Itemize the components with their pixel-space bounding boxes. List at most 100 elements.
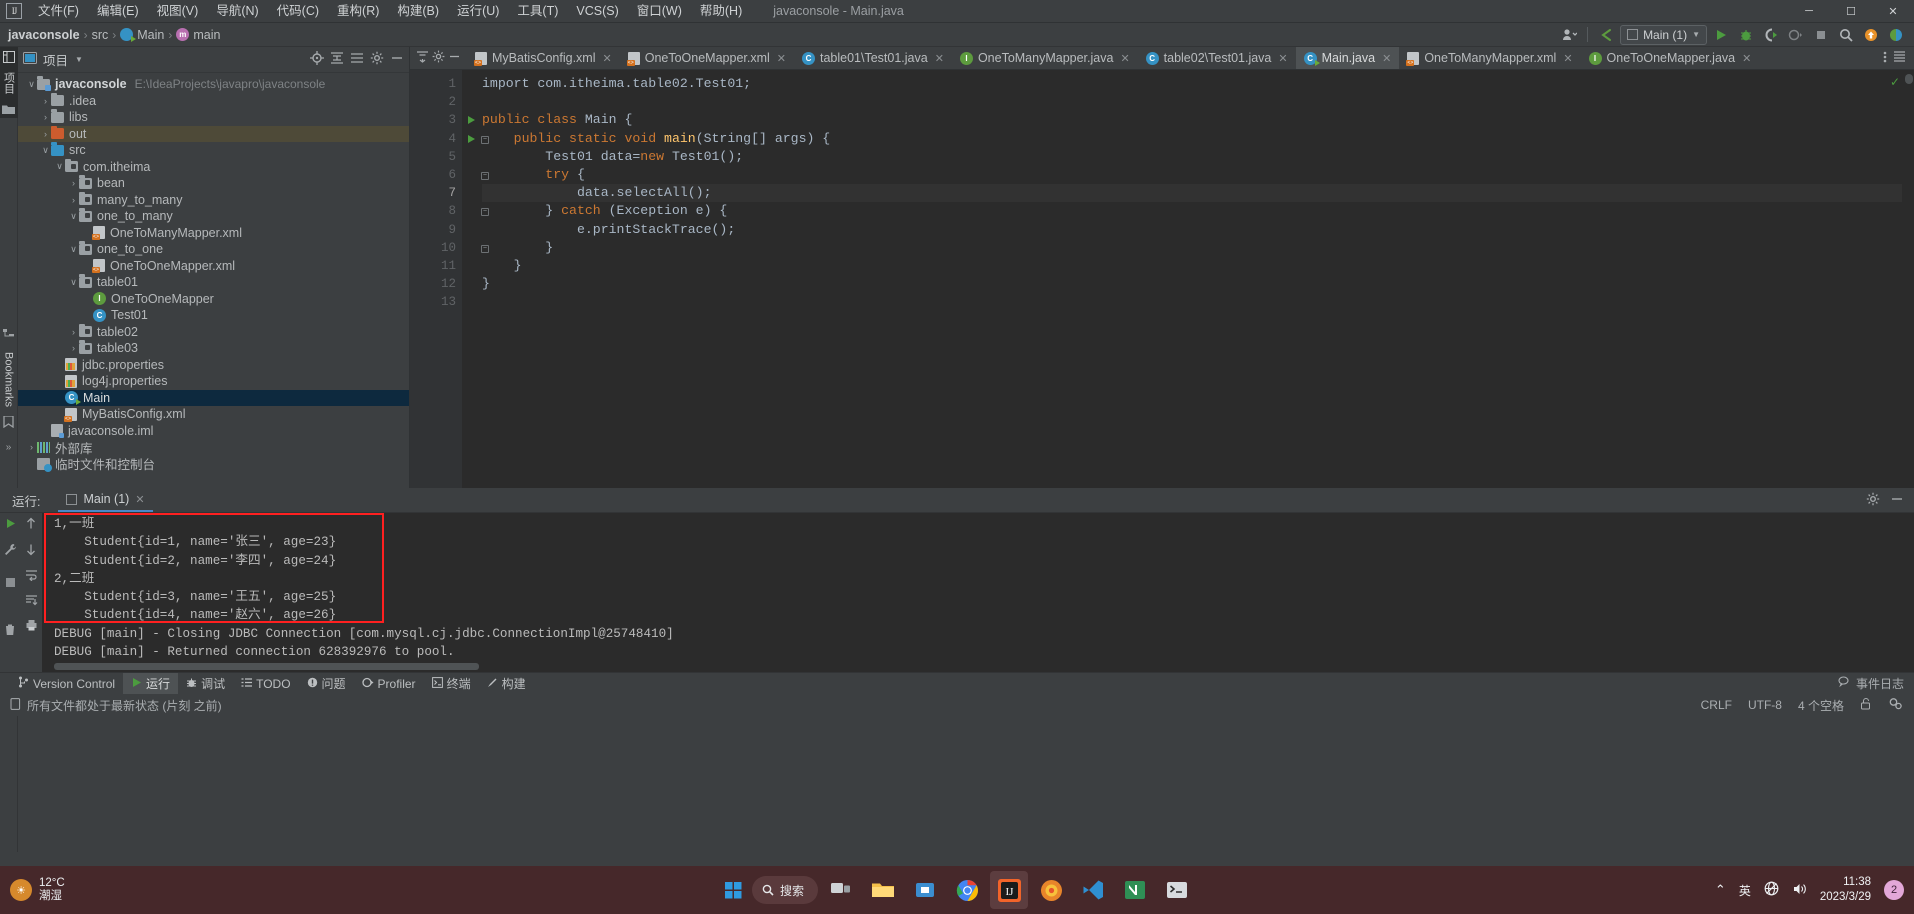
code-editor[interactable]: 1 2 3 4−5 6−7 8−9 10−11 12 13 import com.itheima… [410,70,1914,488]
tool-button-run[interactable]: 运行 [123,673,179,694]
chevron-down-icon[interactable]: ∨ [68,211,79,222]
editor-gutter[interactable]: 1 2 3 4−5 6−7 8−9 10−11 12 13 [410,70,489,488]
close-icon[interactable]: ✕ [1382,52,1391,65]
menu-help[interactable]: 帮助(H) [691,1,751,22]
weather-widget[interactable]: ☀ 12°C 潮湿 [0,877,65,903]
chevron-right-icon[interactable]: › [26,442,37,452]
tree-node-main[interactable]: C Main [18,389,409,406]
code-line-4[interactable]: public static void main(String[] args) { [482,130,1914,148]
run-with-coverage-icon[interactable] [1760,25,1782,45]
code-line-11[interactable]: } [482,257,1914,275]
menu-view[interactable]: 视图(V) [148,1,208,22]
trash-icon[interactable] [4,623,16,639]
code-line-7[interactable]: data.selectAll(); [482,184,1914,203]
tool-button-version-control[interactable]: Version Control [10,673,123,694]
chevron-right-icon[interactable]: › [68,195,79,205]
maximize-button[interactable]: ☐ [1830,0,1872,23]
close-button[interactable]: ✕ [1872,0,1914,23]
editor-tab-table02-test01-java[interactable]: Ctable02\Test01.java ✕ [1138,47,1296,69]
chevron-down-icon[interactable]: ∨ [68,277,79,288]
tree-node-many-to-many[interactable]: › many_to_many [18,191,409,209]
chevron-right-icon[interactable]: › [40,129,51,139]
tree-node-out[interactable]: › out [18,125,409,142]
tool-button-debug[interactable]: 调试 [178,673,233,694]
windows-start-button[interactable] [718,875,748,905]
chevron-down-icon[interactable]: ∨ [40,145,51,156]
chevron-right-icon[interactable]: › [68,343,79,353]
close-icon[interactable]: ✕ [1563,52,1572,65]
expand-strip-icon[interactable]: » [6,442,12,453]
taskbar-app-navicat[interactable] [1116,871,1154,909]
menu-refactor[interactable]: 重构(R) [328,1,388,22]
editor-tab-onetomanymapper-xml[interactable]: OneToManyMapper.xml ✕ [1399,47,1580,69]
gutter-line-4[interactable]: 4− [410,130,489,148]
gutter-line-8[interactable]: 8− [410,202,489,220]
tool-button-terminal[interactable]: 终端 [424,673,479,694]
chevron-right-icon[interactable]: › [68,178,79,188]
search-icon[interactable] [1835,25,1857,45]
close-icon[interactable]: ✕ [777,52,786,65]
tree-node-mybatisconfig-xml[interactable]: MyBatisConfig.xml [18,406,409,423]
tree-node-bean[interactable]: › bean [18,175,409,192]
line-separator-widget[interactable]: CRLF [1701,698,1732,712]
locate-icon[interactable] [310,51,324,68]
tree-node--idea[interactable]: › .idea [18,92,409,110]
gutter-line-2[interactable]: 2 [410,93,462,111]
tree-node-table01[interactable]: ∨ table01 [18,274,409,291]
print-icon[interactable] [25,619,38,634]
network-icon[interactable] [1764,881,1779,899]
run-icon[interactable] [1710,25,1732,45]
back-arrow-icon[interactable] [1595,25,1617,45]
menu-navigate[interactable]: 导航(N) [207,1,267,22]
rerun-icon[interactable] [4,517,17,533]
taskbar-app-intellij-idea[interactable]: IJ [990,871,1029,909]
unlocked-icon[interactable] [1860,697,1872,713]
editor-markers-strip[interactable] [1902,70,1914,488]
inspection-status-icon[interactable]: ✓ [1890,75,1900,89]
editor-tab-onetoonemapper-xml[interactable]: OneToOneMapper.xml ✕ [620,47,794,69]
project-strip-label[interactable]: 项目 [1,72,17,94]
tree-node-javaconsole[interactable]: ∨ javaconsole E:\IdeaProjects\javapro\java… [18,76,409,93]
encoding-widget[interactable]: UTF-8 [1748,698,1782,712]
editor-tab-table01-test01-java[interactable]: Ctable01\Test01.java ✕ [794,47,952,69]
notification-badge[interactable]: 2 [1884,880,1904,900]
gutter-line-13[interactable]: 13 [410,293,462,311]
event-log-label[interactable]: 事件日志 [1856,675,1904,692]
tool-button-problems[interactable]: 问题 [299,673,354,694]
tree-node-jdbc-properties[interactable]: jdbc.properties [18,357,409,374]
tree-node-onetomanymapper-xml[interactable]: OneToManyMapper.xml [18,225,409,242]
gutter-line-1[interactable]: 1 [410,75,462,93]
code-line-6[interactable]: try { [482,166,1914,184]
taskbar-app-store[interactable] [906,871,944,909]
editor-tab-onetomanymapper-java[interactable]: I OneToManyMapper.java ✕ [952,47,1138,69]
debug-icon[interactable] [1735,25,1757,45]
settings-icon[interactable] [370,51,384,68]
tree-node-libs[interactable]: › libs [18,109,409,126]
bookmarks-strip-label[interactable]: Bookmarks [3,352,15,407]
more-tabs-icon[interactable] [1883,50,1887,67]
taskbar-app-file-explorer[interactable] [864,871,902,909]
settings-icon[interactable] [1866,492,1880,509]
structure-panel-icon[interactable] [2,328,15,343]
tree-node-table03[interactable]: › table03 [18,340,409,357]
breadcrumb-method-main[interactable]: m main [174,28,222,42]
chevron-right-icon[interactable]: › [40,96,51,106]
code-line-5[interactable]: Test01 data=new Test01(); [482,148,1914,166]
breadcrumb-javaconsole[interactable]: javaconsole [6,28,82,42]
stop-icon[interactable] [1810,25,1832,45]
tree-node-src[interactable]: ∨ src [18,142,409,159]
run-tab-main[interactable]: Main (1) ✕ [58,488,153,512]
inspection-widget-icon[interactable] [1888,697,1902,713]
collapse-all-icon[interactable] [350,51,364,68]
collapse-all-icon[interactable] [416,50,429,66]
tab-list-icon[interactable] [1893,50,1906,66]
code-line-2[interactable] [482,93,1914,111]
hide-panel-icon[interactable] [390,51,404,68]
tree-node--[interactable]: 临时文件和控制台 [18,456,409,472]
breadcrumb-main[interactable]: Main [118,28,166,42]
editor-tab-main-java[interactable]: C Main.java ✕ [1295,47,1400,69]
indent-widget[interactable]: 4 个空格 [1798,697,1844,714]
tool-button-todo[interactable]: TODO [233,673,298,694]
tray-expand-icon[interactable]: ⌃ [1715,882,1726,898]
code-line-8[interactable]: } catch (Exception e) { [482,202,1914,220]
